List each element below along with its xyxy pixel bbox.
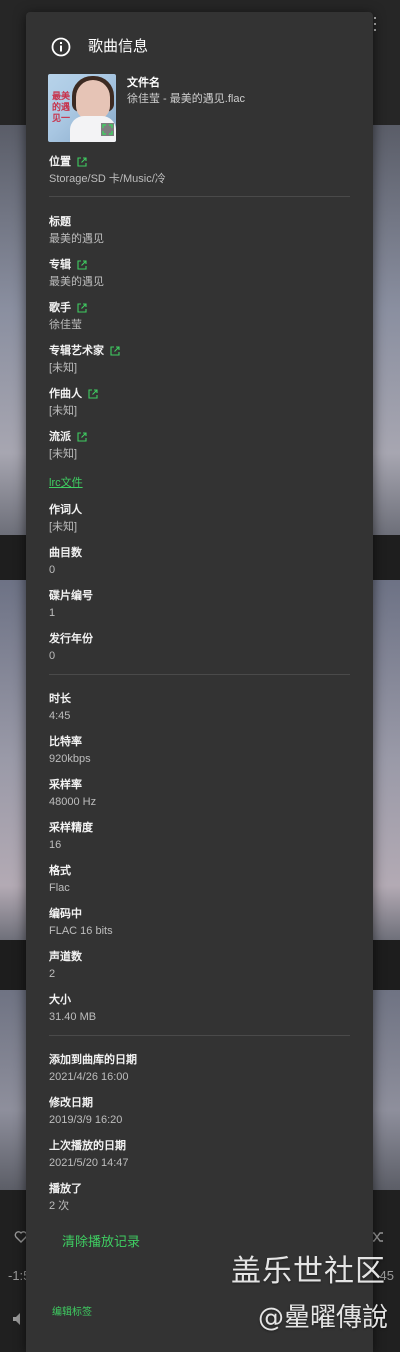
lrc-file-link[interactable]: lrc文件	[49, 476, 83, 490]
external-link-icon[interactable]	[77, 260, 87, 270]
track-value: 0	[49, 564, 56, 576]
encoding-field: 编码中 FLAC 16 bits	[49, 907, 113, 938]
modified-label: 修改日期	[49, 1097, 93, 1109]
artist-label: 歌手	[49, 302, 71, 314]
edit-tags-button[interactable]: 编辑标签	[52, 1306, 92, 1320]
external-link-icon[interactable]	[77, 303, 87, 313]
disc-value: 1	[49, 607, 56, 619]
samplerate-value: 48000 Hz	[49, 796, 97, 808]
info-icon	[51, 37, 71, 57]
added-field: 添加到曲库的日期 2021/4/26 16:00	[49, 1053, 137, 1084]
expand-icon[interactable]	[101, 123, 114, 136]
bitdepth-field: 采样精度 16	[49, 821, 93, 852]
size-label: 大小	[49, 994, 71, 1006]
location-field: 位置 Storage/SD 卡/Music/冷	[49, 155, 166, 186]
format-field: 格式 Flac	[49, 864, 71, 895]
modified-field: 修改日期 2019/3/9 16:20	[49, 1096, 122, 1127]
channels-field: 声道数 2	[49, 950, 82, 981]
bitrate-label: 比特率	[49, 736, 82, 748]
duration-field: 时长 4:45	[49, 692, 71, 723]
title-field: 标题 最美的遇见	[49, 215, 104, 246]
year-field: 发行年份 0	[49, 632, 93, 663]
watermark-community: 盖乐世社区	[231, 1254, 386, 1289]
location-label: 位置	[49, 156, 71, 168]
dialog-header: 歌曲信息	[26, 12, 373, 82]
external-link-icon[interactable]	[88, 389, 98, 399]
dialog-title: 歌曲信息	[88, 38, 149, 55]
divider	[49, 674, 350, 675]
encoding-value: FLAC 16 bits	[49, 925, 113, 937]
samplerate-label: 采样率	[49, 779, 82, 791]
format-label: 格式	[49, 865, 71, 877]
added-label: 添加到曲库的日期	[49, 1054, 137, 1066]
added-value: 2021/4/26 16:00	[49, 1071, 129, 1083]
playcount-field: 播放了 2 次	[49, 1182, 82, 1213]
file-name-value: 徐佳莹 - 最美的遇见.flac	[127, 93, 245, 105]
disc-field: 碟片编号 1	[49, 589, 93, 620]
composer-label: 作曲人	[49, 388, 82, 400]
album-field: 专辑 最美的遇见	[49, 258, 104, 289]
composer-field: 作曲人 [未知]	[49, 387, 98, 418]
duration-label: 时长	[49, 693, 71, 705]
playcount-value: 2 次	[49, 1200, 70, 1212]
year-value: 0	[49, 650, 56, 662]
lyricist-value: [未知]	[49, 521, 78, 533]
bitdepth-label: 采样精度	[49, 822, 93, 834]
title-label: 标题	[49, 216, 71, 228]
external-link-icon[interactable]	[110, 346, 120, 356]
title-value: 最美的遇见	[49, 233, 104, 245]
bitdepth-value: 16	[49, 839, 62, 851]
modified-value: 2019/3/9 16:20	[49, 1114, 123, 1126]
location-value: Storage/SD 卡/Music/冷	[49, 173, 166, 185]
disc-label: 碟片编号	[49, 590, 93, 602]
bitrate-value: 920kbps	[49, 753, 91, 765]
channels-label: 声道数	[49, 951, 82, 963]
year-label: 发行年份	[49, 633, 93, 645]
size-value: 31.40 MB	[49, 1011, 97, 1023]
external-link-icon[interactable]	[77, 157, 87, 167]
format-value: Flac	[49, 882, 70, 894]
album-artist-value: [未知]	[49, 362, 78, 374]
genre-value: [未知]	[49, 448, 78, 460]
size-field: 大小 31.40 MB	[49, 993, 96, 1024]
album-value: 最美的遇见	[49, 276, 104, 288]
external-link-icon[interactable]	[77, 432, 87, 442]
watermark-author: @曐曜傳說	[257, 1303, 388, 1333]
duration-value: 4:45	[49, 710, 71, 722]
artist-field: 歌手 徐佳莹	[49, 301, 87, 332]
track-field: 曲目数 0	[49, 546, 82, 577]
playcount-label: 播放了	[49, 1183, 82, 1195]
genre-field: 流派 [未知]	[49, 430, 87, 461]
track-label: 曲目数	[49, 547, 82, 559]
encoding-label: 编码中	[49, 908, 82, 920]
bitrate-field: 比特率 920kbps	[49, 735, 91, 766]
lyricist-label: 作词人	[49, 504, 82, 516]
clear-history-button[interactable]: 清除播放记录	[62, 1234, 140, 1250]
divider	[49, 196, 350, 197]
album-label: 专辑	[49, 259, 71, 271]
lastplayed-label: 上次播放的日期	[49, 1140, 126, 1152]
lastplayed-value: 2021/5/20 14:47	[49, 1157, 129, 1169]
composer-value: [未知]	[49, 405, 78, 417]
genre-label: 流派	[49, 431, 71, 443]
samplerate-field: 采样率 48000 Hz	[49, 778, 96, 809]
channels-value: 2	[49, 968, 56, 980]
lastplayed-field: 上次播放的日期 2021/5/20 14:47	[49, 1139, 129, 1170]
artist-value: 徐佳莹	[49, 319, 82, 331]
song-info-dialog: 歌曲信息 最美的遇见一 文件名 徐佳莹 - 最美的遇见.flac 位置 Stor…	[26, 12, 373, 1352]
divider	[49, 1035, 350, 1036]
album-artist-field: 专辑艺术家 [未知]	[49, 344, 120, 375]
file-name-label: 文件名	[127, 77, 160, 89]
lyricist-field: 作词人 [未知]	[49, 503, 82, 534]
cover-title: 最美的遇见一	[52, 92, 71, 124]
album-artist-label: 专辑艺术家	[49, 345, 104, 357]
